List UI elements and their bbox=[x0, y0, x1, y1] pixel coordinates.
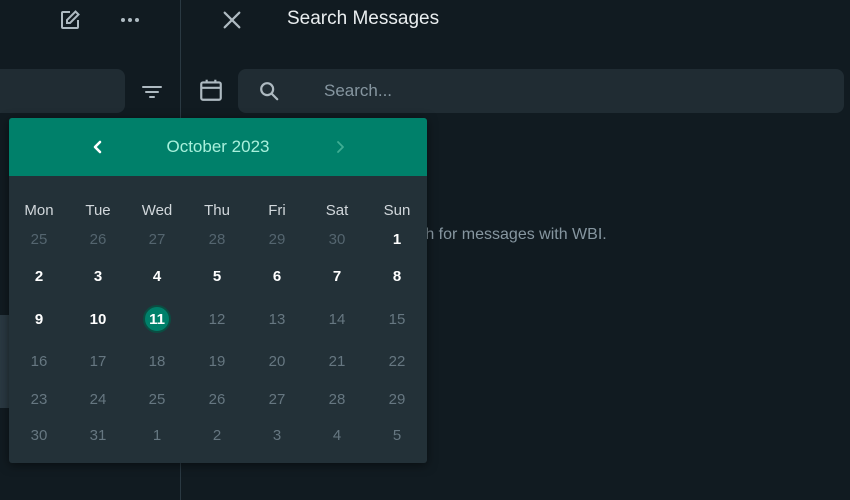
calendar-day: 28 bbox=[328, 390, 346, 408]
calendar-day: 25 bbox=[148, 390, 166, 408]
calendar-day: 17 bbox=[89, 352, 107, 370]
calendar-day: 29 bbox=[388, 390, 406, 408]
selected-day[interactable]: 11 bbox=[143, 305, 171, 333]
chat-search-bar[interactable] bbox=[0, 69, 125, 113]
calendar-day: 24 bbox=[89, 390, 107, 408]
calendar-day: 27 bbox=[268, 390, 286, 408]
calendar-day: 1 bbox=[152, 426, 162, 444]
calendar-day: 4 bbox=[332, 426, 342, 444]
calendar-day: 16 bbox=[30, 352, 48, 370]
calendar-day: 31 bbox=[89, 426, 107, 444]
calendar-day: 27 bbox=[148, 230, 166, 248]
calendar-day[interactable]: 2 bbox=[24, 262, 54, 290]
chat-list-header bbox=[0, 0, 181, 40]
calendar-day[interactable]: 8 bbox=[382, 262, 412, 290]
calendar-day: 22 bbox=[388, 352, 406, 370]
calendar-day: 20 bbox=[268, 352, 286, 370]
calendar-days-grid: 25 26 27 28 29 30 1 2 3 4 5 6 7 8 9 10 11 12 13 14 15 16 17 18 1… bbox=[9, 118, 427, 463]
filter-icon[interactable] bbox=[138, 78, 166, 106]
edit-icon[interactable] bbox=[56, 6, 84, 34]
search-icon bbox=[258, 80, 280, 102]
close-icon[interactable] bbox=[218, 6, 246, 34]
calendar-day[interactable]: 7 bbox=[322, 262, 352, 290]
calendar-day[interactable]: 4 bbox=[142, 262, 172, 290]
calendar-day: 26 bbox=[208, 390, 226, 408]
calendar-day: 30 bbox=[30, 426, 48, 444]
date-picker: October 2023 Mon Tue Wed Thu Fri Sat Sun 25 26 2… bbox=[9, 118, 427, 463]
calendar-day: 30 bbox=[328, 230, 346, 248]
search-hint-text: rch for messages with WBI. bbox=[412, 226, 607, 243]
calendar-day[interactable]: 9 bbox=[24, 305, 54, 333]
message-search-bar[interactable] bbox=[238, 69, 844, 113]
calendar-icon[interactable] bbox=[197, 76, 225, 104]
calendar-day[interactable]: 1 bbox=[382, 225, 412, 253]
calendar-day[interactable]: 3 bbox=[83, 262, 113, 290]
calendar-day: 13 bbox=[268, 310, 286, 328]
calendar-day: 25 bbox=[30, 230, 48, 248]
message-search-input[interactable] bbox=[324, 79, 804, 103]
calendar-day: 3 bbox=[272, 426, 282, 444]
calendar-day: 29 bbox=[268, 230, 286, 248]
search-panel-title: Search Messages bbox=[287, 8, 440, 29]
calendar-day: 2 bbox=[212, 426, 222, 444]
calendar-day: 5 bbox=[392, 426, 402, 444]
calendar-day: 18 bbox=[148, 352, 166, 370]
calendar-day[interactable]: 10 bbox=[83, 305, 113, 333]
calendar-day: 14 bbox=[328, 310, 346, 328]
calendar-day[interactable]: 5 bbox=[202, 262, 232, 290]
calendar-day[interactable]: 6 bbox=[262, 262, 292, 290]
more-horizontal-icon[interactable] bbox=[116, 6, 144, 34]
calendar-day: 15 bbox=[388, 310, 406, 328]
calendar-day: 23 bbox=[30, 390, 48, 408]
calendar-day: 19 bbox=[208, 352, 226, 370]
calendar-day: 26 bbox=[89, 230, 107, 248]
calendar-day: 28 bbox=[208, 230, 226, 248]
calendar-day: 12 bbox=[208, 310, 226, 328]
calendar-day: 21 bbox=[328, 352, 346, 370]
